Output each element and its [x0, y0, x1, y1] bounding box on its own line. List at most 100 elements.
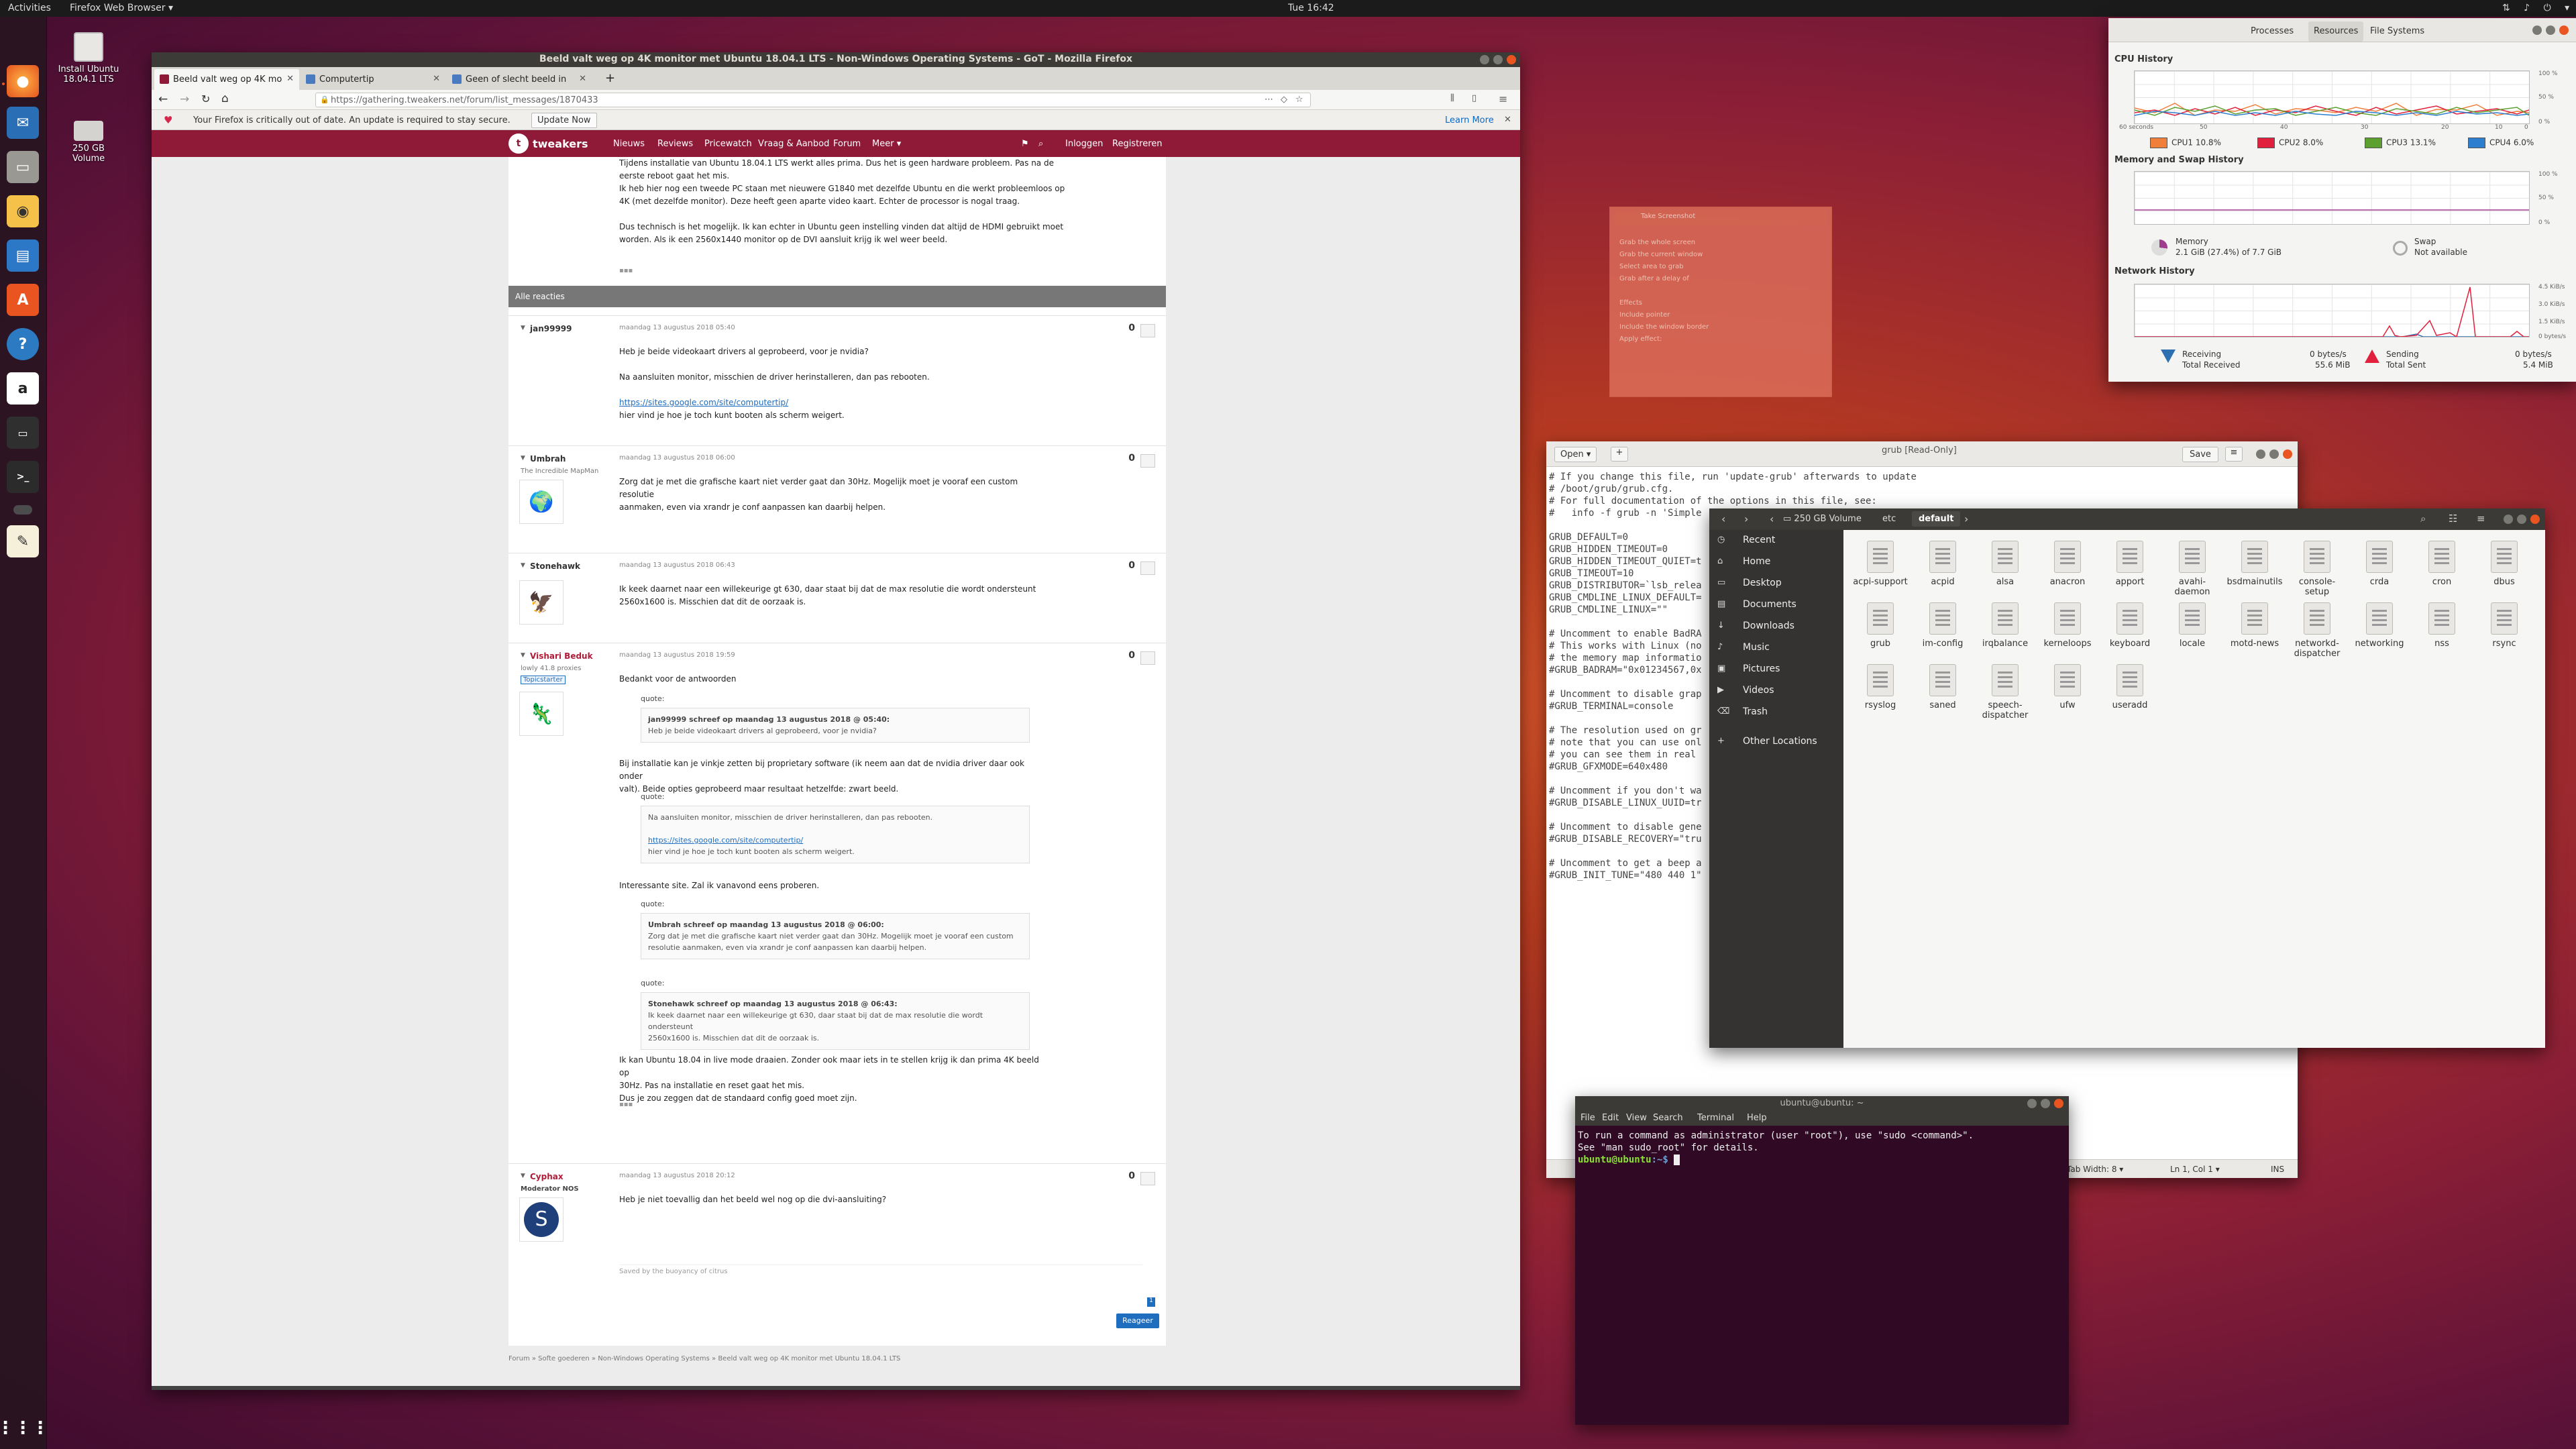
- firefox-icon[interactable]: ●: [7, 65, 39, 97]
- help-icon[interactable]: ?: [7, 328, 39, 360]
- menu-file[interactable]: File: [1580, 1113, 1595, 1123]
- close-button[interactable]: [1507, 55, 1516, 64]
- sidebar-item-other-locations[interactable]: + Other Locations: [1709, 731, 1843, 751]
- post-date[interactable]: maandag 13 augustus 2018 05:40: [619, 324, 735, 331]
- close-notice-icon[interactable]: ✕: [1504, 115, 1511, 125]
- crumb-volume[interactable]: ▭ 250 GB Volume: [1783, 514, 1862, 524]
- system-tray-icons[interactable]: ⇅ ♪ ⏻ ▾: [2502, 3, 2575, 13]
- show-apps-icon[interactable]: ⋮⋮⋮: [0, 1412, 49, 1444]
- clock[interactable]: Tue 16:42: [1288, 3, 1334, 13]
- new-tab-button[interactable]: +: [598, 69, 621, 90]
- open-button[interactable]: Open ▾: [1554, 447, 1597, 462]
- tab-computertip[interactable]: Computertip ✕: [301, 69, 445, 90]
- close-tab-icon[interactable]: ✕: [286, 74, 294, 84]
- post-date[interactable]: maandag 13 augustus 2018 20:12: [619, 1172, 735, 1179]
- nav-meer[interactable]: Meer ▾: [872, 139, 901, 149]
- library-icon[interactable]: ⫼: [1450, 93, 1454, 103]
- learn-more-link[interactable]: Learn More: [1445, 115, 1494, 125]
- file-item[interactable]: nss: [2412, 602, 2472, 649]
- register-link[interactable]: Registreren: [1112, 139, 1163, 149]
- minimize-button[interactable]: [2256, 449, 2265, 459]
- terminal-icon[interactable]: >_: [7, 461, 39, 493]
- collapse-icon[interactable]: ▼: [521, 325, 525, 331]
- terminal-output[interactable]: To run a command as administrator (user …: [1578, 1130, 2066, 1166]
- post-actions-icon[interactable]: ▪▪▪: [619, 267, 633, 274]
- sidebar-item-videos[interactable]: ▶ Videos: [1709, 680, 1843, 700]
- software-icon[interactable]: A: [7, 284, 39, 316]
- maximize-button[interactable]: [1493, 55, 1503, 64]
- cpu1-swatch[interactable]: [2150, 138, 2167, 148]
- collapse-icon[interactable]: ▼: [521, 1173, 525, 1179]
- install-ubuntu-launcher[interactable]: Install Ubuntu 18.04.1 LTS: [55, 32, 122, 85]
- reply-button[interactable]: Reageer: [1116, 1313, 1159, 1328]
- cpu3-swatch[interactable]: [2365, 138, 2382, 148]
- file-item[interactable]: rsyslog: [1850, 664, 1911, 710]
- reload-icon[interactable]: ↻: [201, 93, 210, 105]
- menu-search[interactable]: Search: [1653, 1113, 1683, 1123]
- search-icon[interactable]: ⌕: [1038, 139, 1043, 149]
- menu-help[interactable]: Help: [1747, 1113, 1767, 1123]
- nav-pricewatch[interactable]: Pricewatch: [704, 139, 752, 149]
- close-tab-icon[interactable]: ✕: [433, 74, 440, 84]
- bookmark-star-icon[interactable]: ☆: [1295, 95, 1303, 105]
- minimize-button[interactable]: [2532, 25, 2542, 35]
- file-item[interactable]: apport: [2100, 541, 2160, 587]
- close-button[interactable]: [2054, 1099, 2063, 1108]
- avatar[interactable]: 🦎: [519, 692, 564, 736]
- tab-width-selector[interactable]: Tab Width: 8 ▾: [2067, 1165, 2123, 1174]
- close-button[interactable]: [2530, 515, 2540, 524]
- amazon-icon[interactable]: a: [7, 372, 39, 405]
- file-item[interactable]: acpi-support: [1850, 541, 1911, 587]
- sidebar-item-documents[interactable]: ▤ Documents: [1709, 594, 1843, 614]
- notifications-icon[interactable]: ⚑: [1021, 139, 1029, 149]
- tab-processes[interactable]: Processes: [2251, 25, 2294, 38]
- pocket-icon[interactable]: ◇: [1281, 95, 1287, 105]
- file-item[interactable]: networking: [2349, 602, 2410, 649]
- tab-active[interactable]: Beeld valt weg op 4K mo ✕: [154, 69, 299, 90]
- menu-icon[interactable]: ≡: [2477, 513, 2485, 525]
- file-item[interactable]: irqbalance: [1975, 602, 2035, 649]
- sidebar-item-downloads[interactable]: ↓ Downloads: [1709, 616, 1843, 636]
- post-author[interactable]: Stonehawk: [530, 561, 580, 571]
- file-item[interactable]: rsync: [2474, 602, 2534, 649]
- tweakers-logo-text[interactable]: tweakers: [533, 138, 588, 150]
- sidebar-icon[interactable]: ▯: [1472, 93, 1477, 103]
- file-item[interactable]: bsdmainutils: [2224, 541, 2285, 587]
- post-date[interactable]: maandag 13 augustus 2018 19:59: [619, 651, 735, 659]
- activities-button[interactable]: Activities: [8, 3, 51, 13]
- file-item[interactable]: kerneloops: [2037, 602, 2098, 649]
- file-item[interactable]: im-config: [1913, 602, 1973, 649]
- post-link[interactable]: https://sites.google.com/site/computerti…: [619, 396, 1049, 409]
- collapse-icon[interactable]: ▼: [521, 455, 525, 462]
- sidebar-item-home[interactable]: ⌂ Home: [1709, 551, 1843, 572]
- breadcrumb[interactable]: Forum » Softe goederen » Non-Windows Ope…: [508, 1355, 900, 1362]
- minimize-button[interactable]: [1480, 55, 1489, 64]
- gedit-icon[interactable]: ✎: [7, 525, 39, 557]
- file-item[interactable]: anacron: [2037, 541, 2098, 587]
- collapse-icon[interactable]: ▼: [521, 562, 525, 569]
- avatar[interactable]: 🦅: [519, 580, 564, 625]
- vote-button[interactable]: [1140, 561, 1155, 575]
- monitor-icon[interactable]: ▭: [7, 417, 39, 449]
- file-item[interactable]: motd-news: [2224, 602, 2285, 649]
- tweakers-logo-icon[interactable]: t: [508, 133, 529, 154]
- cpu2-swatch[interactable]: [2257, 138, 2275, 148]
- collapse-icon[interactable]: ▼: [521, 652, 525, 659]
- update-now-button[interactable]: Update Now: [531, 113, 597, 128]
- back-icon[interactable]: ‹: [1721, 513, 1725, 525]
- crumb-default[interactable]: default: [1912, 511, 1961, 527]
- menu-view[interactable]: View: [1626, 1113, 1647, 1123]
- file-item[interactable]: grub: [1850, 602, 1911, 649]
- file-item[interactable]: ufw: [2037, 664, 2098, 710]
- post-author[interactable]: Umbrah: [530, 454, 566, 464]
- back-icon[interactable]: ←: [158, 93, 168, 106]
- close-tab-icon[interactable]: ✕: [579, 74, 586, 84]
- file-item[interactable]: networkd-dispatcher: [2287, 602, 2347, 659]
- close-button[interactable]: [2559, 25, 2569, 35]
- view-options-icon[interactable]: ☷: [2449, 513, 2457, 525]
- post-date[interactable]: maandag 13 augustus 2018 06:43: [619, 561, 735, 569]
- menu-edit[interactable]: Edit: [1602, 1113, 1619, 1123]
- forward-icon[interactable]: ›: [1744, 513, 1748, 525]
- maximize-button[interactable]: [2546, 25, 2555, 35]
- writer-icon[interactable]: ▤: [7, 239, 39, 272]
